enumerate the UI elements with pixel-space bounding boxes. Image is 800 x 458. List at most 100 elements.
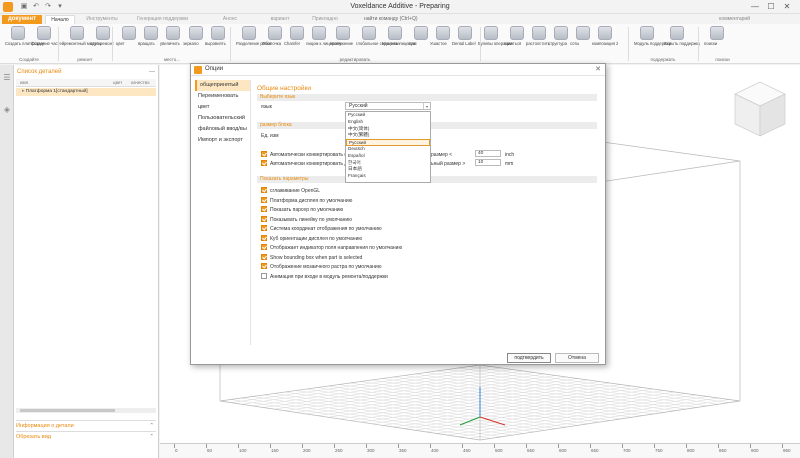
nav-import-export[interactable]: Импорт и экспорт (195, 135, 250, 146)
layers-icon[interactable]: ◈ (2, 105, 12, 115)
build-volume-edge (219, 364, 481, 402)
ribbon-separator (480, 27, 481, 61)
command-search-input[interactable]: найти команду (Ctrl+Q) (360, 15, 455, 24)
ruler-tick-label: 500 (495, 448, 503, 453)
scrollbar-thumb[interactable] (20, 409, 115, 412)
parts-table-header: имя цвет качество (16, 79, 156, 87)
close-button[interactable]: ✕ (780, 1, 794, 13)
panel-collapse-icon[interactable]: — (149, 69, 155, 75)
column-name[interactable]: имя (20, 79, 28, 87)
confirm-button[interactable]: подтвердить (507, 353, 551, 363)
display-param-checkbox[interactable] (261, 225, 267, 231)
ribbon-tool-icon (312, 26, 326, 40)
ribbon-button-15[interactable]: Удалить лицевую (382, 26, 416, 58)
ribbon-button-12[interactable]: лицом к лицевому (306, 26, 342, 58)
ribbon-button-27[interactable]: поиски (704, 26, 730, 58)
grid-line (458, 397, 719, 437)
tab-home[interactable]: Начало (45, 15, 75, 24)
display-param-checkbox[interactable] (261, 206, 267, 212)
display-param-checkbox[interactable] (261, 244, 267, 250)
display-param-checkbox[interactable] (261, 196, 267, 203)
display-param-checkbox[interactable] (261, 272, 267, 279)
display-param-checkbox[interactable] (261, 187, 267, 193)
tab-applied[interactable]: Прикладно (305, 15, 345, 24)
language-option[interactable]: Deutsch (346, 146, 430, 153)
ribbon-button-24[interactable]: композиция 2 (592, 26, 618, 58)
display-param-label: сглаживание OpenGL (270, 188, 321, 194)
ribbon-tool-icon (576, 26, 590, 40)
ribbon-separator (58, 27, 59, 61)
ribbon-button-18[interactable]: Dental Label (452, 26, 478, 58)
chevron-up-icon: ⌃ (149, 423, 154, 429)
language-option[interactable]: Русский (346, 112, 430, 119)
dialog-close-icon[interactable]: ✕ (595, 65, 601, 73)
nav-rename[interactable]: Переименовать (195, 91, 250, 102)
tab-announce[interactable]: Анонс (205, 15, 255, 24)
parts-list-icon[interactable]: ☰ (2, 73, 12, 83)
nav-file-io[interactable]: файловый ввод/вы (195, 124, 250, 135)
ribbon-tool-icon (414, 26, 428, 40)
ribbon-button-label: сваяться (504, 41, 522, 46)
ribbon-tool-icon (640, 26, 654, 40)
nav-color[interactable]: цвет (195, 102, 250, 113)
tab-file[interactable]: документ (2, 15, 42, 24)
language-option[interactable]: Français (346, 173, 430, 180)
display-param-label: Система координат отображения по умолчан… (270, 226, 382, 232)
display-param-checkbox[interactable] (261, 215, 267, 222)
ribbon-button-0[interactable]: Создать платформу (5, 26, 44, 58)
ribbon-tool-icon (268, 26, 282, 40)
column-color[interactable]: цвет (113, 79, 122, 87)
ribbon-button-8[interactable]: выровнять (205, 26, 231, 58)
ribbon-button-13[interactable]: протяжение (330, 26, 356, 58)
ribbon-button-14[interactable]: глобальное смещение (356, 26, 400, 58)
language-option[interactable]: Español (346, 153, 430, 160)
ribbon: Создать платформу Создание частей ремонтны… (0, 24, 800, 64)
ribbon-button-label: соты (570, 41, 580, 46)
ribbon-separator (112, 27, 113, 61)
ribbon-button-25[interactable]: Модуль поддержки (634, 26, 671, 58)
tab-variant[interactable]: вариант (265, 15, 295, 24)
nav-custom[interactable]: Пользовательский (195, 113, 250, 124)
tab-tools[interactable]: Инструменты (82, 15, 122, 24)
ribbon-button-26[interactable]: Скрыть поддержку (664, 26, 700, 58)
ruler-tick-label: 150 (271, 448, 279, 453)
cancel-button[interactable]: Отмена (555, 353, 599, 363)
orientation-cube-icon[interactable] (733, 80, 788, 140)
column-quality[interactable]: качество (131, 79, 149, 87)
panel-horizontal-scrollbar[interactable] (16, 408, 156, 413)
display-param-checkbox[interactable] (261, 253, 267, 260)
auto-convert-2-input[interactable]: 10 (475, 159, 501, 166)
feedback-link[interactable]: комментарий (719, 15, 750, 24)
minimize-button[interactable]: — (748, 1, 762, 13)
ribbon-tool-icon (122, 26, 136, 40)
grid-line (425, 393, 686, 433)
display-param-label: Отображение мозаичного растра по умолчан… (270, 264, 382, 270)
ribbon-button-2[interactable]: ремонтный модуль (64, 26, 101, 58)
ribbon-tool-icon (189, 26, 203, 40)
ribbon-button-9[interactable]: Разделение резки (236, 26, 271, 58)
ribbon-button-label: Оболочка (262, 41, 282, 46)
ribbon-button-1[interactable]: Создание частей (31, 26, 64, 58)
auto-convert-2-label: Автоматически конвертировать д (270, 161, 348, 167)
auto-convert-1-checkbox[interactable] (261, 151, 267, 157)
tree-item-platform[interactable]: ▸ Платформа 1[стандартный] (16, 88, 156, 96)
ribbon-button-19[interactable]: Булевы операции (478, 26, 513, 58)
display-param-checkbox[interactable] (261, 234, 267, 241)
maximize-button[interactable]: ☐ (764, 1, 778, 13)
display-param-checkbox[interactable] (261, 263, 267, 269)
section-part-info[interactable]: Информация о детали ⌃ (16, 420, 156, 430)
language-select[interactable]: Русский ▾ (345, 102, 431, 110)
auto-convert-2-checkbox[interactable] (261, 160, 267, 166)
language-option[interactable]: Русский (346, 139, 430, 146)
ribbon-group-label: редактировать (339, 57, 371, 62)
language-option[interactable]: English (346, 119, 430, 126)
nav-general[interactable]: общепринятый (195, 80, 250, 91)
language-option[interactable]: 日本語 (346, 166, 430, 173)
ruler-tick-label: 450 (463, 448, 471, 453)
language-option[interactable]: 中文(繁體) (346, 132, 430, 139)
ruler-tick-label: 750 (655, 448, 663, 453)
ribbon-tool-icon (362, 26, 376, 40)
section-clip-view[interactable]: Обрезать вид ⌃ (16, 431, 156, 441)
auto-convert-1-input[interactable]: 40 (475, 150, 501, 157)
tab-support-generation[interactable]: Генерация поддержки (130, 15, 195, 24)
